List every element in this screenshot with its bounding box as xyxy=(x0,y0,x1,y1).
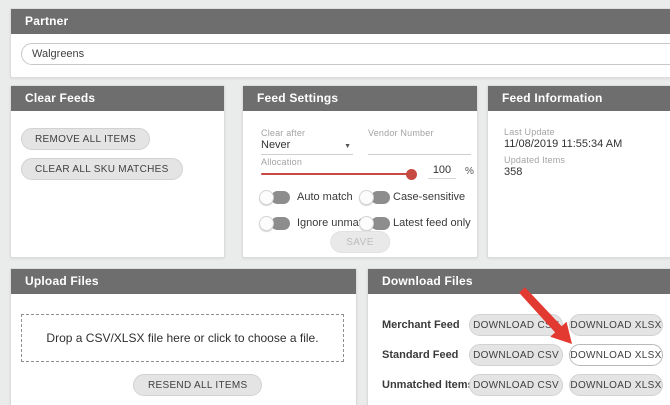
upload-files-title: Upload Files xyxy=(11,269,356,294)
toggle-thumb xyxy=(359,216,374,231)
allocation-slider-track xyxy=(261,173,415,175)
feed-information-panel: Feed Information Last Update 11/08/2019 … xyxy=(487,85,670,258)
clear-after-value: Never xyxy=(261,139,290,151)
allocation-percent-sign: % xyxy=(465,166,474,177)
toggle-thumb xyxy=(259,216,274,231)
partner-input[interactable] xyxy=(21,43,670,65)
feed-settings-panel: Feed Settings Clear after Never ▼ Vendor… xyxy=(242,85,478,258)
feed-settings-title: Feed Settings xyxy=(243,86,477,111)
allocation-value-input[interactable]: 100 xyxy=(428,164,456,179)
allocation-slider[interactable] xyxy=(261,168,415,179)
chevron-down-icon: ▼ xyxy=(344,143,351,150)
case-sensitive-toggle[interactable] xyxy=(359,190,390,205)
last-update-value: 11/08/2019 11:55:34 AM xyxy=(504,138,622,150)
updated-items-value: 358 xyxy=(504,166,522,178)
updated-items-label: Updated Items xyxy=(504,155,565,165)
unmatched-items-download-csv-button[interactable]: DOWNLOAD CSV xyxy=(469,374,563,396)
upload-files-panel: Upload Files Drop a CSV/XLSX file here o… xyxy=(10,268,357,405)
remove-all-items-button[interactable]: REMOVE ALL ITEMS xyxy=(21,128,150,150)
merchant-feed-download-xlsx-button[interactable]: DOWNLOAD XLSX xyxy=(569,314,663,336)
clear-after-label: Clear after xyxy=(261,128,305,138)
save-button[interactable]: SAVE xyxy=(330,231,390,253)
download-files-title: Download Files xyxy=(368,269,670,294)
merchant-feed-label: Merchant Feed xyxy=(382,314,460,336)
ignore-unmatched-toggle[interactable] xyxy=(259,216,290,231)
unmatched-items-download-xlsx-button[interactable]: DOWNLOAD XLSX xyxy=(569,374,663,396)
auto-match-toggle[interactable] xyxy=(259,190,290,205)
partner-panel: Partner xyxy=(10,8,670,78)
vendor-number-label: Vendor Number xyxy=(368,128,434,138)
allocation-label: Allocation xyxy=(261,157,302,167)
case-sensitive-label: Case-sensitive xyxy=(393,191,465,203)
standard-feed-download-xlsx-button[interactable]: DOWNLOAD XLSX xyxy=(569,344,663,366)
last-update-label: Last Update xyxy=(504,127,555,137)
latest-feed-only-toggle[interactable] xyxy=(359,216,390,231)
vendor-number-input[interactable] xyxy=(368,139,471,155)
clear-after-select[interactable]: Never ▼ xyxy=(261,139,353,155)
file-dropzone[interactable]: Drop a CSV/XLSX file here or click to ch… xyxy=(21,314,344,362)
clear-all-sku-matches-button[interactable]: CLEAR ALL SKU MATCHES xyxy=(21,158,183,180)
standard-feed-label: Standard Feed xyxy=(382,344,458,366)
merchant-feed-download-csv-button[interactable]: DOWNLOAD CSV xyxy=(469,314,563,336)
clear-feeds-panel: Clear Feeds REMOVE ALL ITEMS CLEAR ALL S… xyxy=(10,85,225,258)
standard-feed-download-csv-button[interactable]: DOWNLOAD CSV xyxy=(469,344,563,366)
toggle-thumb xyxy=(259,190,274,205)
download-files-panel: Download Files Merchant Feed DOWNLOAD CS… xyxy=(367,268,670,405)
resend-all-items-button[interactable]: RESEND ALL ITEMS xyxy=(133,374,262,396)
auto-match-label: Auto match xyxy=(297,191,353,203)
partner-panel-title: Partner xyxy=(11,9,670,34)
feed-information-title: Feed Information xyxy=(488,86,670,111)
toggle-thumb xyxy=(359,190,374,205)
dropzone-text: Drop a CSV/XLSX file here or click to ch… xyxy=(46,331,318,345)
latest-feed-only-label: Latest feed only xyxy=(393,217,471,229)
allocation-slider-knob[interactable] xyxy=(406,169,417,180)
feed-management-page: Partner Clear Feeds REMOVE ALL ITEMS CLE… xyxy=(0,0,670,405)
unmatched-items-label: Unmatched Items xyxy=(382,374,474,396)
clear-feeds-title: Clear Feeds xyxy=(11,86,224,111)
